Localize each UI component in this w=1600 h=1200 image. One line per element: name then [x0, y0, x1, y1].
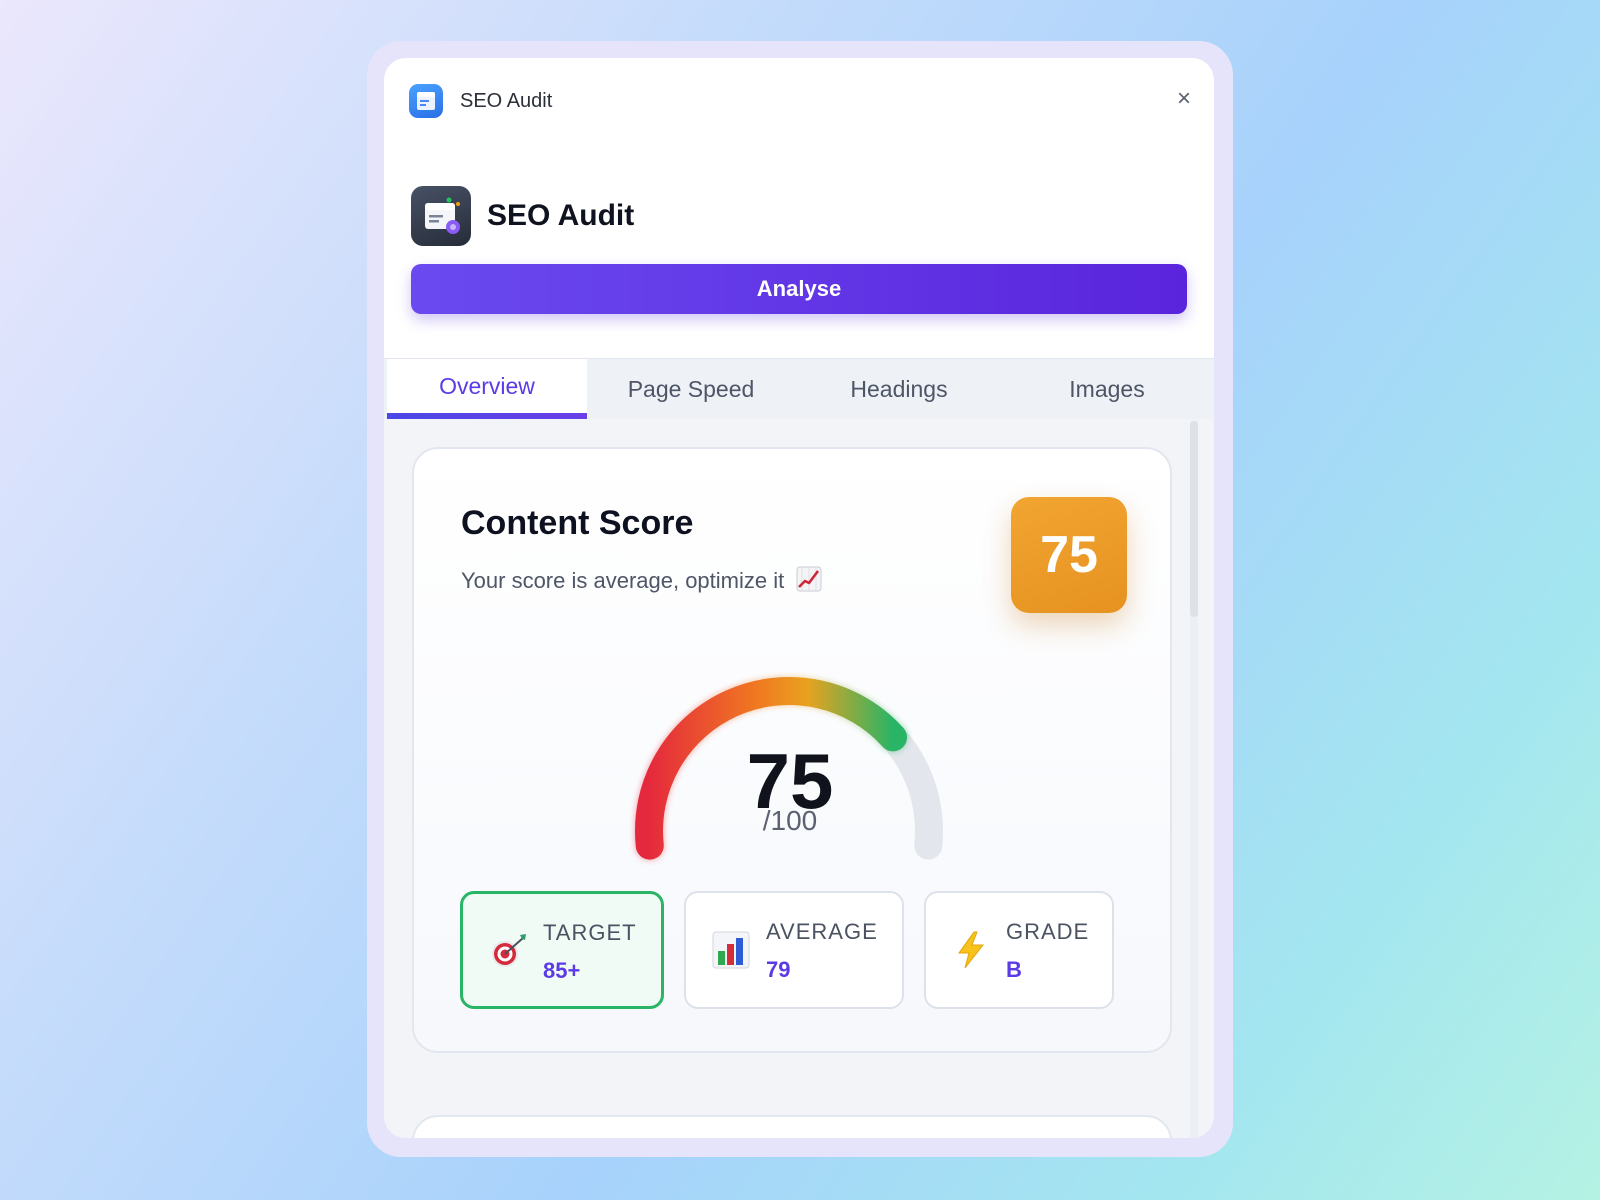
tab-label: Headings	[850, 376, 948, 402]
subtitle-text: Your score is average, optimize it	[461, 568, 785, 593]
tab-label: Page Speed	[627, 376, 755, 402]
tab-overview[interactable]: Overview	[387, 359, 587, 419]
stat-value: 85+	[543, 958, 581, 983]
lightning-bolt-icon	[958, 931, 985, 969]
seo-audit-small-icon	[409, 84, 443, 118]
window-frame: SEO Audit × SEO Audit Analyse Overview P…	[367, 41, 1233, 1157]
tab-headings[interactable]: Headings	[795, 359, 1003, 419]
direct-hit-target-icon	[492, 934, 526, 967]
gauge-max: /100	[762, 805, 818, 836]
scrollbar-thumb[interactable]	[1190, 421, 1198, 617]
tab-images[interactable]: Images	[1003, 359, 1211, 419]
chart-increasing-icon	[796, 566, 822, 592]
stat-grade: GRADE B	[924, 891, 1114, 1009]
stat-average: AVERAGE 79	[684, 891, 904, 1009]
tab-bar: Overview Page Speed Headings Images	[384, 358, 1214, 420]
window-title: SEO Audit	[460, 90, 553, 112]
card-subtitle: Your score is average, optimize it	[461, 566, 822, 594]
stat-target: TARGET 85+	[460, 891, 664, 1009]
stat-value: B	[1006, 957, 1022, 982]
title-bar: SEO Audit ×	[384, 58, 1214, 146]
tab-label: Overview	[439, 373, 535, 399]
content-area: Content Score Your score is average, opt…	[384, 419, 1214, 1138]
stat-value: 79	[766, 957, 791, 982]
close-icon[interactable]: ×	[1172, 87, 1196, 112]
app-panel: SEO Audit × SEO Audit Analyse Overview P…	[384, 58, 1214, 1138]
stat-label: AVERAGE	[766, 919, 878, 944]
next-card-preview	[412, 1115, 1172, 1138]
seo-audit-app-icon	[411, 186, 471, 246]
tab-page-speed[interactable]: Page Speed	[587, 359, 795, 419]
content-score-card: Content Score Your score is average, opt…	[412, 447, 1172, 1053]
bar-chart-icon	[712, 931, 750, 969]
tab-label: Images	[1069, 376, 1145, 402]
score-badge: 75	[1011, 497, 1127, 613]
card-title: Content Score	[461, 504, 694, 542]
app-title: SEO Audit	[487, 199, 635, 232]
stat-label: GRADE	[1006, 919, 1090, 944]
analyse-button[interactable]: Analyse	[411, 264, 1187, 314]
stat-label: TARGET	[543, 920, 637, 945]
